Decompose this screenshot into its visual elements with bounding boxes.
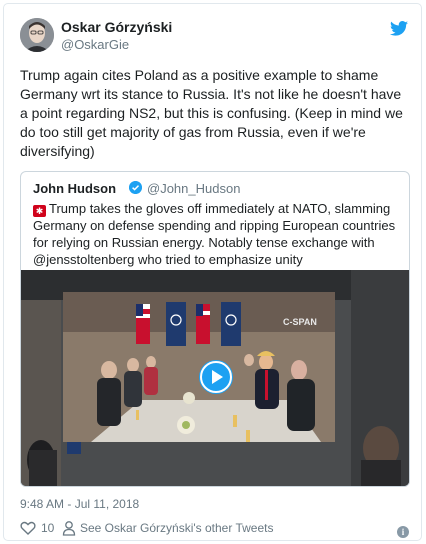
twitter-bird-icon[interactable]	[390, 21, 408, 36]
info-icon[interactable]: i	[397, 526, 409, 538]
play-icon[interactable]	[199, 360, 233, 394]
quoted-tweet-body: Trump takes the gloves off immediately a…	[33, 201, 396, 267]
author-handle[interactable]: @OskarGie	[61, 37, 129, 52]
video-thumbnail[interactable]: C-SPAN	[21, 270, 409, 486]
quoted-author-handle[interactable]: @John_Hudson	[147, 181, 240, 196]
heart-icon[interactable]	[20, 520, 36, 536]
like-count[interactable]: 10	[41, 521, 54, 535]
author-name[interactable]: Oskar Górzyński	[61, 19, 172, 35]
see-other-tweets-link[interactable]: See Oskar Górzyński's other Tweets	[80, 521, 273, 535]
person-icon	[62, 521, 76, 536]
tweet-text: Trump again cites Poland as a positive e…	[20, 67, 403, 159]
author-avatar[interactable]	[20, 18, 54, 52]
verified-badge-icon	[129, 181, 142, 194]
tweet-timestamp[interactable]: 9:48 AM - Jul 11, 2018	[20, 497, 139, 511]
alert-emoji-icon: ✱	[33, 205, 46, 217]
embedded-tweet-card: Oskar Górzyński @OskarGie Trump again ci…	[3, 3, 422, 541]
quoted-author-name[interactable]: John Hudson	[33, 181, 116, 196]
quoted-tweet[interactable]: John Hudson @John_Hudson ✱ Trump takes th…	[20, 171, 410, 487]
video-watermark: C-SPAN	[283, 317, 317, 327]
quoted-tweet-text: ✱ Trump takes the gloves off immediately …	[33, 200, 403, 268]
